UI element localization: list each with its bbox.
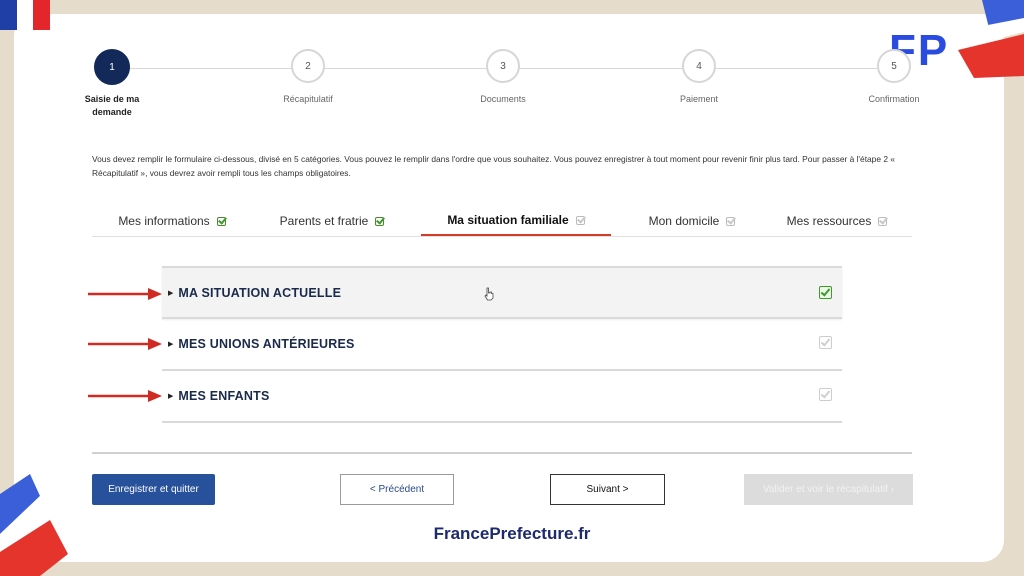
check-icon xyxy=(878,216,888,226)
previous-button[interactable]: < Précédent xyxy=(340,474,454,505)
section-ma-situation-actuelle[interactable]: ▶ MA SITUATION ACTUELLE xyxy=(162,266,842,319)
check-icon xyxy=(375,216,385,226)
checkbox-icon xyxy=(819,336,832,349)
step-1[interactable]: 1 Saisie de ma demande xyxy=(42,49,182,119)
form-divider xyxy=(92,452,912,454)
red-arrow-icon xyxy=(88,288,162,300)
tab-label: Ma situation familiale xyxy=(447,213,569,227)
french-flag-icon xyxy=(0,0,51,30)
step-4[interactable]: 4 Paiement xyxy=(629,49,769,106)
tab-mon-domicile[interactable]: Mon domicile xyxy=(612,206,772,236)
red-arrow-icon xyxy=(88,390,162,402)
step-circle: 1 xyxy=(94,49,130,85)
step-2[interactable]: 2 Récapitulatif xyxy=(238,49,378,106)
tab-label: Mes informations xyxy=(118,214,210,228)
step-circle: 2 xyxy=(291,49,325,83)
red-arrow-icon xyxy=(88,338,162,350)
tab-ma-situation-familiale[interactable]: Ma situation familiale xyxy=(421,206,611,236)
caret-right-icon: ▶ xyxy=(168,341,174,348)
tab-label: Mon domicile xyxy=(648,214,720,228)
tab-mes-informations[interactable]: Mes informations xyxy=(92,206,252,236)
validate-button[interactable]: Valider et voir le récapitulatif › xyxy=(744,474,913,505)
section-mes-enfants[interactable]: ▶ MES ENFANTS xyxy=(162,371,842,423)
step-label: Paiement xyxy=(679,94,719,104)
next-button[interactable]: Suivant > xyxy=(550,474,665,505)
check-icon xyxy=(726,216,736,226)
step-5[interactable]: 5 Confirmation xyxy=(824,49,964,106)
section-title: MES UNIONS ANTÉRIEURES xyxy=(178,337,355,351)
step-label: Documents xyxy=(480,94,526,104)
caret-right-icon: ▶ xyxy=(168,393,174,400)
caret-right-icon: ▶ xyxy=(168,289,174,297)
step-label: Récapitulatif xyxy=(283,94,333,104)
checkbox-icon xyxy=(819,286,832,299)
section-mes-unions-anterieures[interactable]: ▶ MES UNIONS ANTÉRIEURES xyxy=(162,319,842,371)
step-3[interactable]: 3 Documents xyxy=(433,49,573,106)
tab-label: Mes ressources xyxy=(786,214,872,228)
section-title: MES ENFANTS xyxy=(178,389,270,403)
tab-label: Parents et fratrie xyxy=(279,214,369,228)
tab-parents-et-fratrie[interactable]: Parents et fratrie xyxy=(252,206,412,236)
step-circle: 3 xyxy=(486,49,520,83)
site-footer-brand: FrancePrefecture.fr xyxy=(433,524,591,543)
checkbox-icon xyxy=(819,388,832,401)
step-label: Saisie de ma demande xyxy=(84,94,140,117)
step-circle: 4 xyxy=(682,49,716,83)
category-tabs: Mes informations Parents et fratrie Ma s… xyxy=(92,206,912,237)
intro-text: Vous devez remplir le formulaire ci-dess… xyxy=(92,154,895,178)
check-icon xyxy=(216,216,226,226)
hand-cursor-icon xyxy=(484,287,494,301)
tab-mes-ressources[interactable]: Mes ressources xyxy=(762,206,912,236)
check-icon xyxy=(575,215,585,225)
step-circle: 5 xyxy=(877,49,911,83)
section-title: MA SITUATION ACTUELLE xyxy=(178,285,342,300)
step-label: Confirmation xyxy=(868,94,920,104)
save-and-quit-button[interactable]: Enregistrer et quitter xyxy=(92,474,215,505)
